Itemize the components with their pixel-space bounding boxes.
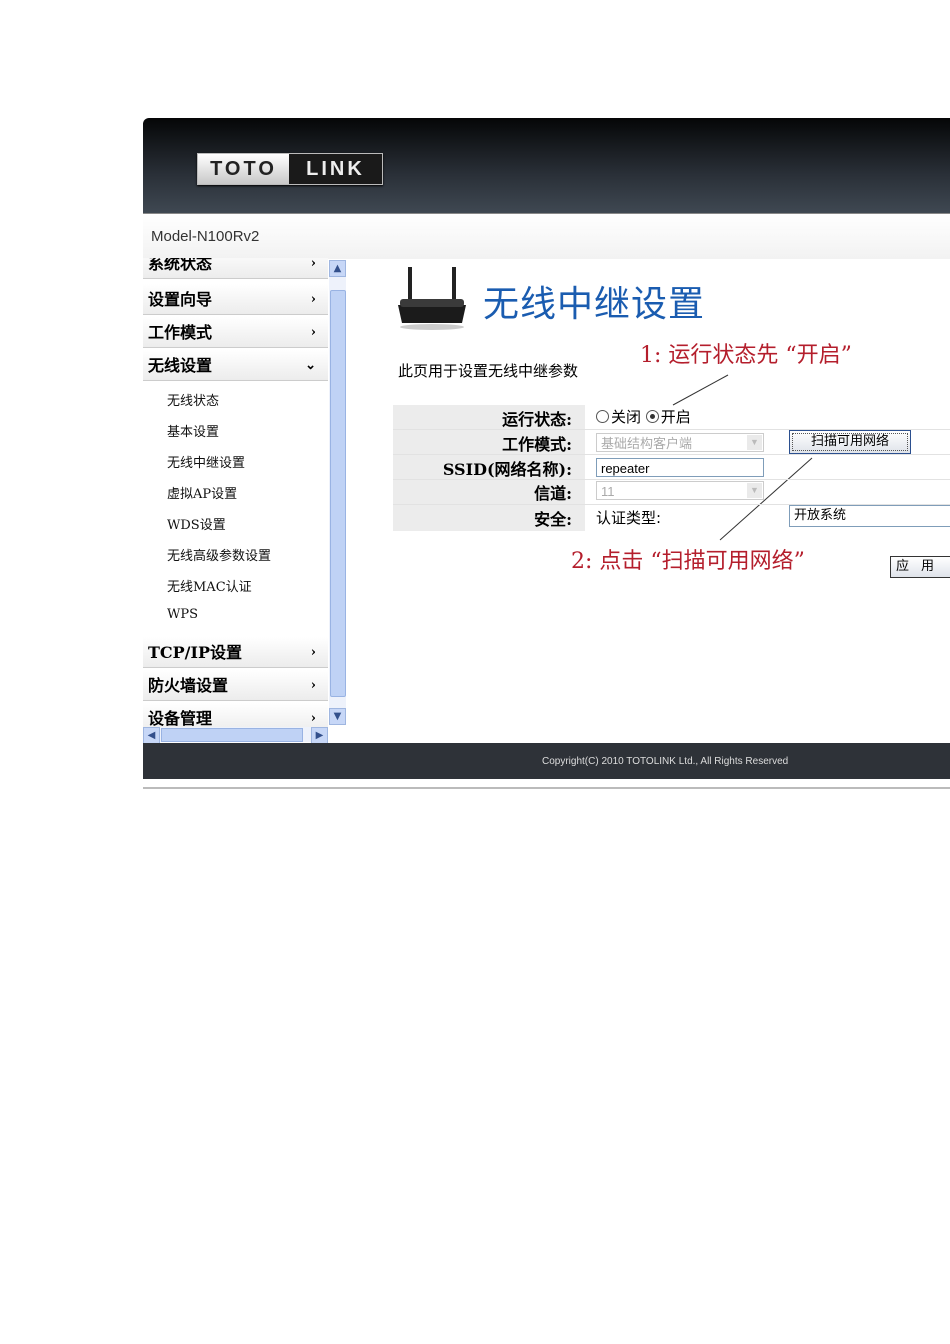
scrollbar-thumb[interactable] [161, 728, 303, 742]
radio-on-icon[interactable] [645, 410, 659, 423]
radio-off[interactable]: 关闭 [596, 408, 641, 426]
auth-type-select[interactable]: 开放系统 [789, 505, 950, 527]
mode-value: 基础结构客户端 [601, 436, 693, 451]
copyright-text: Copyright(C) 2010 TOTOLINK Ltd., All Rig… [542, 756, 789, 767]
chevron-down-icon: ▼ [747, 435, 762, 450]
scan-networks-button[interactable]: 扫描可用网络 [789, 430, 911, 454]
radio-off-label: 关闭 [611, 408, 642, 426]
mode-label: 工作模式: [502, 435, 572, 454]
status-radio-group: 关闭 开启 [596, 406, 691, 427]
ssid-label: SSID(网络名称): [442, 460, 572, 479]
chevron-down-icon: ▼ [747, 483, 762, 498]
menu-label: 设备管理 [148, 709, 213, 728]
channel-label: 信道: [534, 484, 572, 503]
auth-type-label: 认证类型: [596, 509, 662, 527]
sidebar-horizontal-scrollbar[interactable]: ◀ ▶ [143, 727, 328, 744]
security-label: 安全: [534, 510, 572, 529]
chevron-right-icon: › [310, 711, 316, 726]
annotation-step-2: 2: 点击 “扫描可用网络” [571, 549, 805, 574]
status-label: 运行状态: [502, 410, 572, 429]
channel-select[interactable]: 11 ▼ [596, 481, 764, 500]
menu-device-management[interactable]: 设备管理 › [143, 703, 328, 728]
auth-type-value: 开放系统 [794, 508, 847, 523]
mode-select[interactable]: 基础结构客户端 ▼ [596, 433, 764, 452]
radio-on-label: 开启 [660, 408, 691, 426]
annotation-line-1 [672, 374, 729, 406]
ssid-input[interactable]: repeater [596, 458, 764, 477]
scroll-down-icon[interactable]: ▼ [329, 708, 346, 725]
scroll-left-icon[interactable]: ◀ [143, 727, 160, 744]
radio-off-icon[interactable] [596, 410, 609, 423]
scroll-right-icon[interactable]: ▶ [311, 727, 328, 744]
divider [143, 787, 950, 789]
radio-on[interactable]: 开启 [645, 408, 691, 426]
annotation-lines [672, 374, 813, 541]
channel-value: 11 [601, 484, 615, 499]
apply-button[interactable]: 应用 [890, 556, 950, 578]
